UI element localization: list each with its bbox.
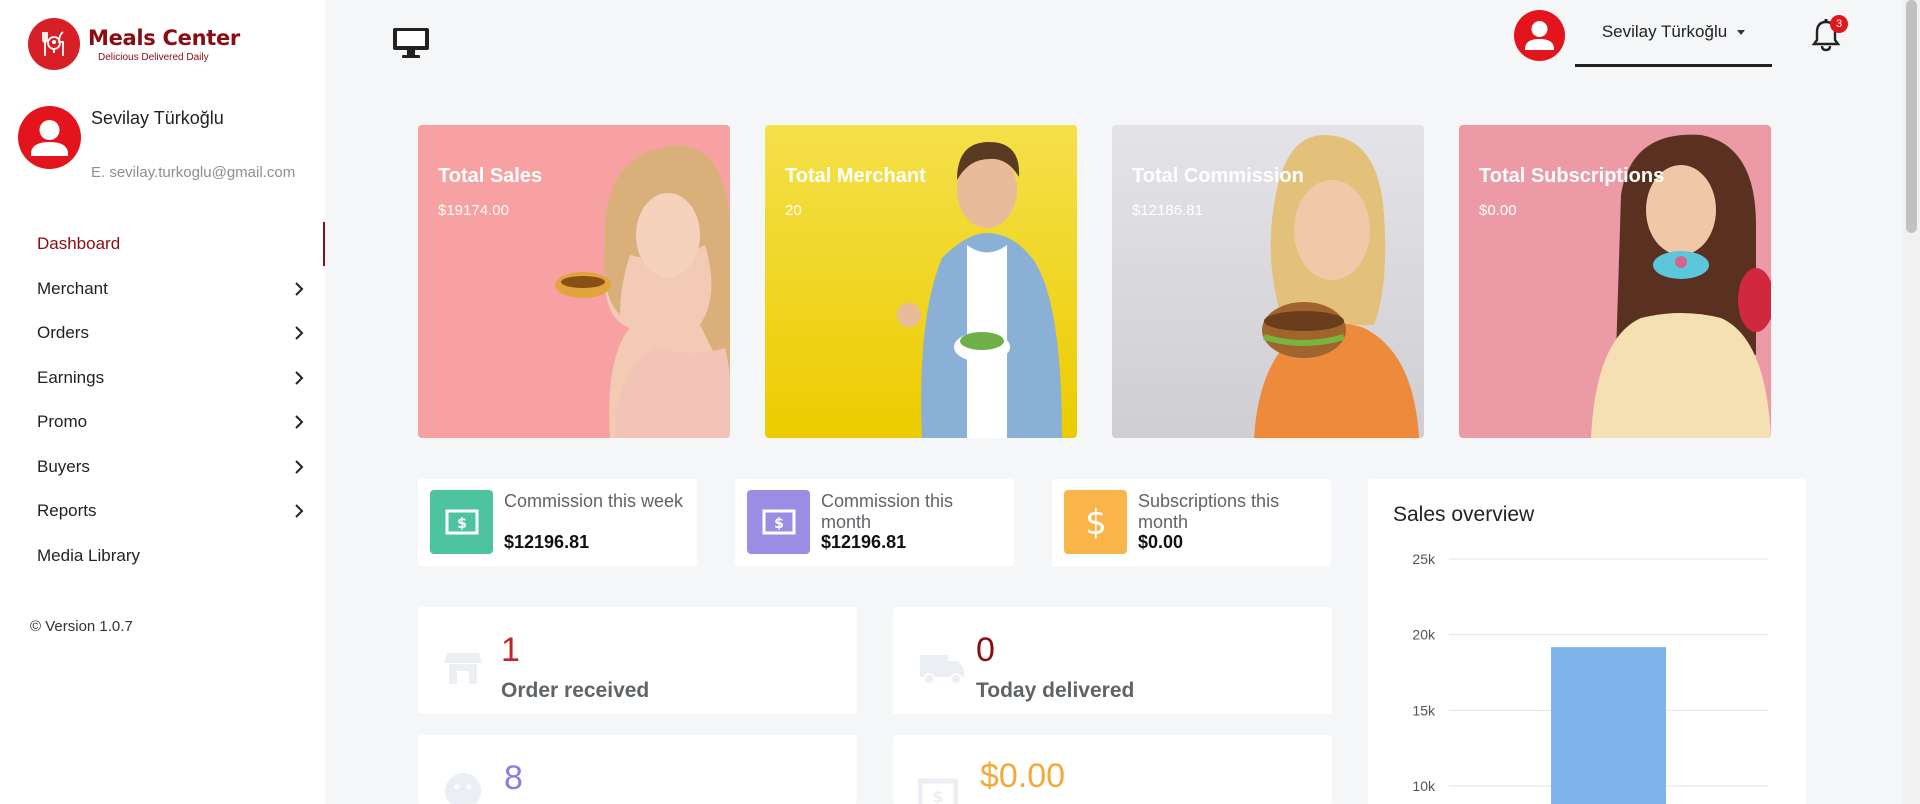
logo-title: Meals Center: [88, 25, 240, 50]
chevron-right-icon: [295, 326, 304, 340]
chevron-right-icon: [295, 370, 304, 385]
person-photo: [555, 145, 730, 438]
notification-badge: 3: [1830, 15, 1848, 33]
monitor-icon[interactable]: [392, 26, 430, 60]
chart-bar[interactable]: [1551, 647, 1666, 804]
y-tick-label: 25k: [1412, 551, 1436, 567]
info-card-label: Today delivered: [976, 679, 1135, 702]
user-menu-dropdown[interactable]: Sevilay Türkoğlu: [1575, 0, 1772, 67]
mini-card-label: Subscriptions this month: [1138, 491, 1280, 532]
info-card-number: 1: [501, 631, 520, 669]
logo-tagline: Delicious Delivered Daily: [98, 51, 209, 63]
svg-text:$: $: [774, 516, 784, 532]
sidebar-item-merchant[interactable]: Merchant: [0, 267, 325, 312]
sidebar-item-buyers[interactable]: Buyers: [0, 445, 325, 490]
dollar-icon: $: [1064, 490, 1127, 554]
sales-overview-card: Sales overview 25k 20k 15k 10k: [1368, 479, 1806, 804]
sidebar-item-label: Buyers: [37, 456, 90, 476]
sidebar: Meals Center Delicious Delivered Daily S…: [0, 0, 325, 804]
stat-value: $0.00: [1479, 202, 1517, 219]
money-icon: $: [918, 778, 958, 804]
sidebar-nav: Dashboard Merchant Orders Earnings Promo…: [0, 222, 325, 578]
stat-card-total-merchant[interactable]: Total Merchant 20: [765, 125, 1077, 438]
user-menu-name: Sevilay Türkoğlu: [1601, 22, 1728, 41]
avatar[interactable]: [18, 106, 81, 169]
page-scrollbar[interactable]: [1903, 0, 1920, 804]
money-icon: $: [747, 490, 810, 554]
sidebar-item-label: Promo: [37, 412, 88, 432]
sidebar-item-label: Orders: [37, 323, 89, 343]
sidebar-item-promo[interactable]: Promo: [0, 400, 325, 445]
sidebar-item-orders[interactable]: Orders: [0, 311, 325, 356]
sidebar-item-media-library[interactable]: Media Library: [0, 534, 325, 579]
truck-icon: [920, 655, 964, 685]
money-icon: $: [430, 490, 493, 554]
sidebar-item-label: Dashboard: [37, 234, 121, 254]
stat-value: $19174.00: [438, 202, 509, 219]
stat-label: Total Commission: [1132, 165, 1304, 187]
sidebar-item-reports[interactable]: Reports: [0, 489, 325, 534]
info-card-order-received[interactable]: 1 Order received: [418, 607, 857, 714]
sales-overview-chart: 25k 20k 15k 10k: [1412, 551, 1768, 804]
info-card-today-delivered[interactable]: 0 Today delivered: [893, 607, 1332, 714]
profile-name: Sevilay Türkoğlu: [91, 108, 224, 128]
stat-label: Total Subscriptions: [1479, 165, 1665, 187]
sidebar-item-label: Media Library: [37, 545, 140, 565]
version-text: © Version 1.0.7: [30, 618, 133, 635]
logo[interactable]: Meals Center Delicious Delivered Daily: [28, 18, 240, 70]
avatar[interactable]: [1514, 10, 1565, 61]
stat-label: Total Sales: [438, 165, 543, 187]
stat-value: $12186.81: [1132, 202, 1203, 219]
y-tick-label: 15k: [1412, 702, 1436, 718]
sidebar-item-label: Reports: [37, 501, 97, 521]
profile-email: E. sevilay.turkoglu@gmail.com: [91, 164, 296, 181]
mini-card-commission-month: $ Commission this month $12196.81: [735, 479, 1014, 566]
chevron-right-icon: [295, 459, 304, 474]
chevron-right-icon: [295, 281, 304, 296]
logo-icon: [28, 18, 80, 70]
svg-text:$: $: [457, 516, 467, 532]
info-card-label: Order received: [501, 679, 650, 702]
info-card-amount[interactable]: $ $0.00: [893, 735, 1332, 804]
y-tick-label: 20k: [1412, 627, 1436, 643]
stat-label: Total Merchant: [785, 165, 926, 187]
sidebar-item-label: Earnings: [37, 367, 105, 387]
chevron-right-icon: [295, 415, 304, 429]
info-card-number: 0: [976, 631, 995, 669]
info-card-number: $0.00: [980, 757, 1066, 795]
svg-text:$: $: [1085, 503, 1107, 542]
sidebar-item-dashboard[interactable]: Dashboard: [0, 222, 325, 267]
stat-value: 20: [785, 202, 802, 219]
mini-card-commission-week: $ Commission this week $12196.81: [418, 479, 697, 566]
sidebar-item-earnings[interactable]: Earnings: [0, 356, 325, 401]
svg-text:$: $: [932, 787, 943, 804]
mini-card-subscriptions-month: $ Subscriptions this month $0.00: [1052, 479, 1331, 566]
stat-card-total-subscriptions[interactable]: Total Subscriptions $0.00: [1459, 125, 1771, 438]
sidebar-profile: Sevilay Türkoğlu E. sevilay.turkoglu@gma…: [18, 106, 308, 186]
caret-down-icon: [1737, 29, 1746, 35]
chevron-right-icon: [295, 504, 304, 518]
stat-card-total-commission[interactable]: Total Commission $12186.81: [1112, 125, 1424, 438]
mini-card-label: Commission this month: [821, 491, 954, 532]
smile-icon: [445, 773, 481, 804]
info-card-number: 8: [504, 759, 523, 797]
y-tick-label: 10k: [1412, 778, 1436, 794]
mini-card-value: $12196.81: [504, 532, 590, 552]
sidebar-item-label: Merchant: [37, 278, 108, 298]
info-card-customers[interactable]: 8: [418, 735, 857, 804]
mini-card-label: Commission this week: [504, 491, 684, 511]
scrollbar-thumb[interactable]: [1906, 0, 1917, 233]
mini-card-value: $0.00: [1138, 532, 1184, 552]
mini-card-value: $12196.81: [821, 532, 907, 552]
store-icon: [444, 653, 482, 684]
stat-card-total-sales[interactable]: Total Sales $19174.00: [418, 125, 730, 438]
